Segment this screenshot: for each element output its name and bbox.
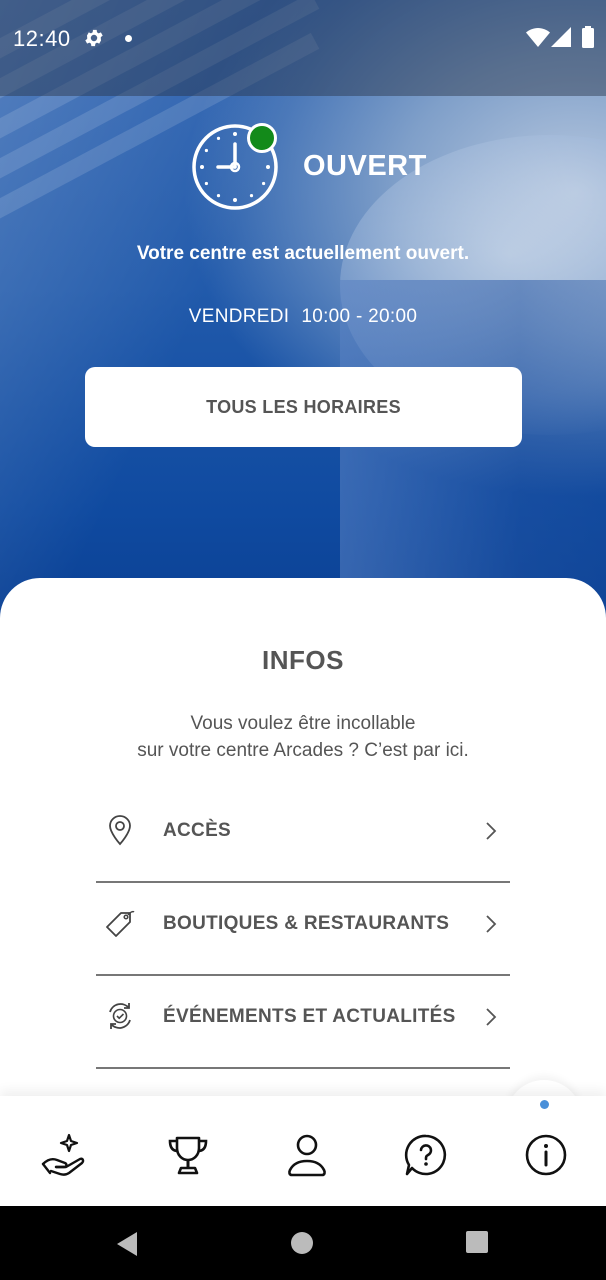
location-pin-icon: [109, 815, 131, 846]
today-day: VENDREDI: [188, 306, 290, 327]
trophy-icon: [168, 1136, 208, 1175]
chevron-right-icon: [486, 822, 497, 840]
menu-item-label: BOUTIQUES & RESTAURANTS: [163, 913, 450, 934]
infos-subtitle: Vous voulez être incollable sur votre ce…: [0, 710, 606, 764]
android-nav-bar: [0, 1206, 606, 1280]
nav-help[interactable]: [401, 1130, 451, 1180]
hand-sparkle-icon: [41, 1133, 85, 1176]
menu-item-label: ACCÈS: [163, 820, 232, 841]
home-button[interactable]: [290, 1231, 314, 1255]
menu-item-label: ÉVÉNEMENTS ET ACTUALITÉS: [163, 1006, 456, 1027]
all-hours-button[interactable]: TOUS LES HORAIRES: [85, 367, 522, 447]
notification-dot: [125, 35, 132, 42]
nav-rewards[interactable]: [39, 1130, 89, 1180]
nav-trophy[interactable]: [163, 1130, 213, 1180]
menu-item-boutiques[interactable]: BOUTIQUES & RESTAURANTS: [96, 883, 510, 976]
chevron-right-icon: [486, 1008, 497, 1026]
infos-title: INFOS: [262, 645, 344, 675]
recents-button[interactable]: [466, 1231, 488, 1253]
back-button[interactable]: [115, 1231, 139, 1257]
infos-subtitle-line2: sur votre centre Arcades ? C’est par ici…: [137, 740, 469, 761]
tag-icon: [106, 910, 135, 937]
infos-subtitle-line1: Vous voulez être incollable: [190, 713, 416, 734]
gear-icon: [85, 29, 103, 47]
signal-icon: [551, 27, 571, 47]
active-tab-indicator: [540, 1100, 549, 1109]
open-status-dot: [247, 123, 277, 153]
refresh-check-icon: [109, 1003, 131, 1029]
chevron-right-icon: [486, 915, 497, 933]
nav-profile[interactable]: [282, 1130, 332, 1180]
menu-item-acces[interactable]: ACCÈS: [96, 790, 510, 883]
help-bubble-icon: [404, 1134, 447, 1176]
battery-icon: [582, 26, 594, 48]
today-hours-range: 10:00 - 20:00: [301, 306, 418, 327]
user-icon: [288, 1134, 326, 1177]
open-message: Votre centre est actuellement ouvert.: [136, 243, 470, 264]
status-time: 12:40: [13, 26, 71, 51]
today-hours: VENDREDI 10:00 - 20:00: [0, 306, 606, 328]
open-status-label: OUVERT: [303, 150, 427, 182]
menu-item-evenements[interactable]: ÉVÉNEMENTS ET ACTUALITÉS: [96, 976, 510, 1069]
status-bar: 12:40: [0, 0, 606, 96]
nav-info[interactable]: [521, 1130, 571, 1180]
info-icon: [525, 1134, 567, 1176]
wifi-icon: [526, 28, 550, 47]
